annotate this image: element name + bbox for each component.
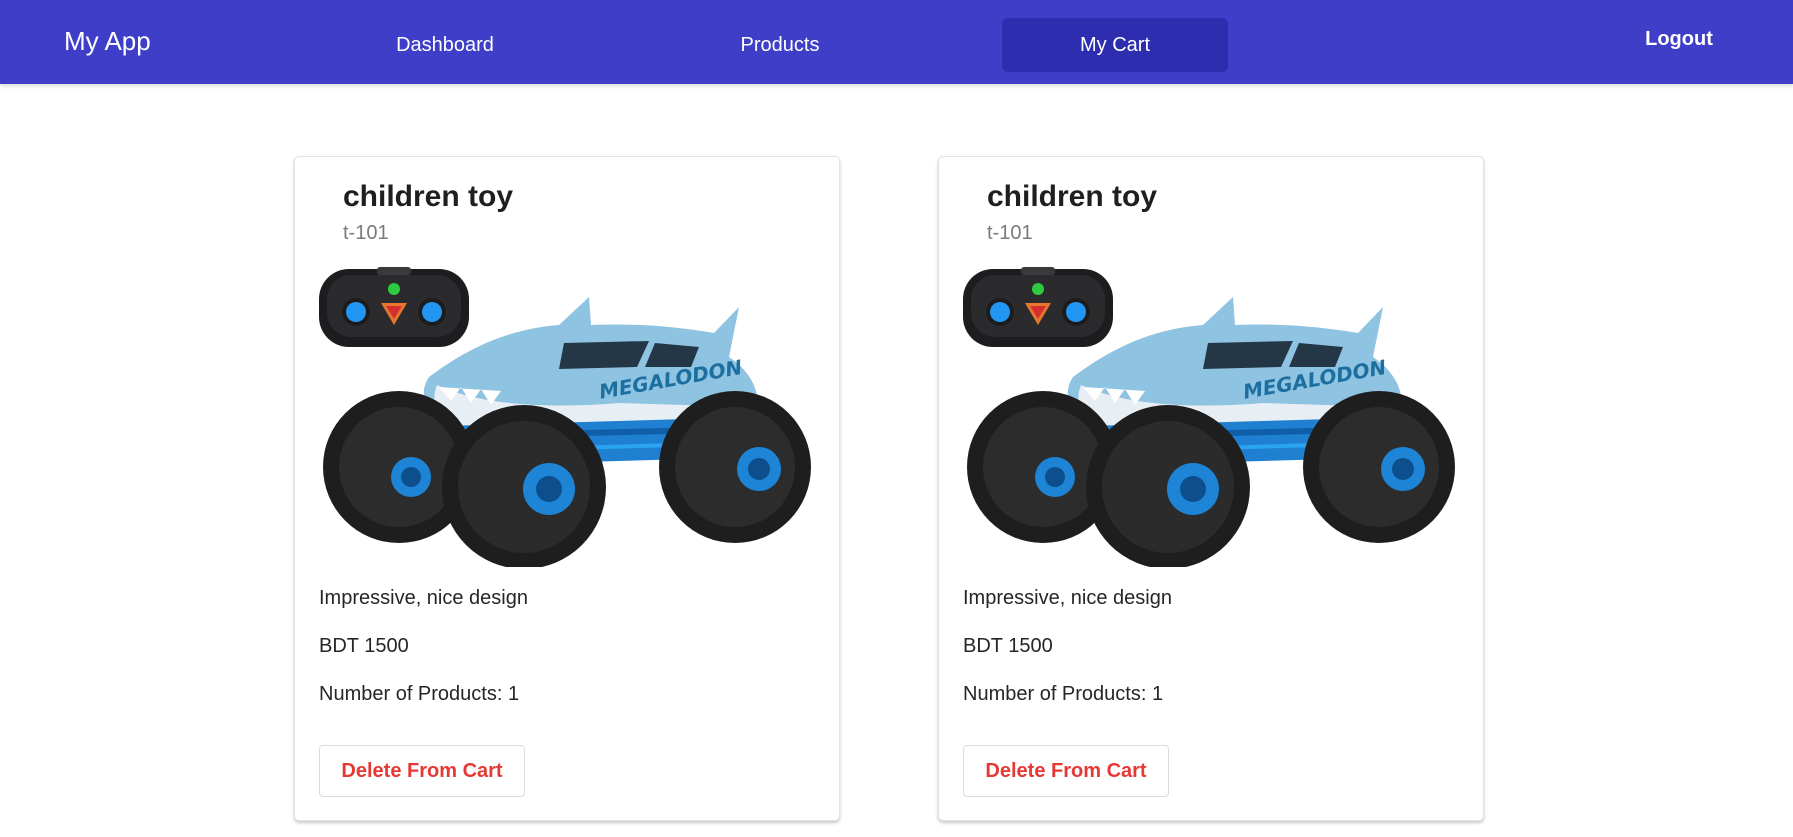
product-quantity: Number of Products: 1 bbox=[963, 683, 1164, 705]
nav-products-link[interactable]: Products bbox=[667, 18, 893, 72]
product-title: children toy bbox=[343, 180, 514, 213]
product-code: t-101 bbox=[987, 222, 1033, 244]
product-image bbox=[963, 267, 1459, 567]
product-title: children toy bbox=[987, 180, 1158, 213]
product-quantity: Number of Products: 1 bbox=[319, 683, 520, 705]
nav-my-cart-link[interactable]: My Cart bbox=[1002, 18, 1228, 72]
logout-button[interactable]: Logout bbox=[1620, 24, 1738, 54]
product-image bbox=[319, 267, 815, 567]
product-description: Impressive, nice design bbox=[319, 587, 528, 609]
delete-from-cart-button[interactable]: Delete From Cart bbox=[319, 745, 525, 797]
top-navbar: My App Dashboard Products My Cart Logout bbox=[0, 0, 1793, 84]
delete-from-cart-button[interactable]: Delete From Cart bbox=[963, 745, 1169, 797]
app-title[interactable]: My App bbox=[64, 24, 151, 58]
cart-item-card: children toy t-101 Impressive, nice desi… bbox=[294, 156, 840, 821]
product-code: t-101 bbox=[343, 222, 389, 244]
product-description: Impressive, nice design bbox=[963, 587, 1172, 609]
product-price: BDT 1500 bbox=[319, 635, 409, 657]
nav-dashboard-link[interactable]: Dashboard bbox=[332, 18, 558, 72]
product-price: BDT 1500 bbox=[963, 635, 1053, 657]
cart-item-card: children toy t-101 Impressive, nice desi… bbox=[938, 156, 1484, 821]
